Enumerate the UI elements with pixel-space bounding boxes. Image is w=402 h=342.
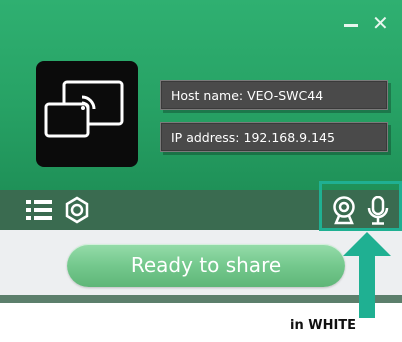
up-arrow-icon — [342, 232, 392, 322]
annotation-caption: in WHITE — [290, 318, 357, 333]
gear-icon[interactable] — [63, 196, 91, 228]
close-icon[interactable]: ✕ — [372, 13, 389, 33]
ready-to-share-button[interactable]: Ready to share — [67, 244, 345, 287]
list-menu-icon[interactable] — [26, 198, 52, 226]
screen-cast-icon — [36, 61, 138, 167]
host-name-field: Host name: VEO-SWC44 — [160, 80, 388, 110]
highlight-frame — [319, 181, 402, 231]
minimize-icon[interactable] — [344, 24, 358, 27]
ip-address-field: IP address: 192.168.9.145 — [160, 122, 388, 152]
